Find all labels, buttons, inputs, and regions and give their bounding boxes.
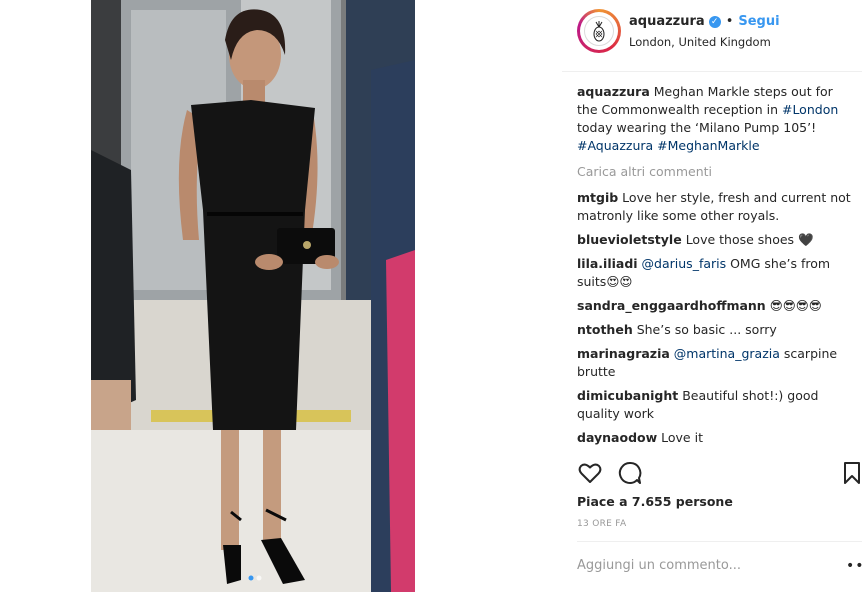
comment-item: daynaodow Love it [577, 429, 855, 447]
caption-username[interactable]: aquazzura [577, 84, 650, 99]
post-header: aquazzura ✓ • Segui London, United Kingd… [577, 0, 862, 70]
comment-username[interactable]: ntotheh [577, 322, 633, 337]
comment-item: dimicubanight Beautiful shot!:) good qua… [577, 387, 855, 423]
carousel-dot [256, 575, 262, 581]
avatar[interactable] [577, 9, 621, 53]
comment-username[interactable]: dimicubanight [577, 388, 678, 403]
carousel-dot-active [248, 575, 254, 581]
bookmark-icon[interactable] [839, 460, 862, 486]
post-actions [577, 460, 862, 488]
header-username[interactable]: aquazzura [629, 14, 705, 29]
comment-text: Love her style, fresh and current not ma… [577, 190, 851, 223]
post-timestamp[interactable]: 13 ORE FA [577, 519, 626, 529]
separator-dot: • [725, 14, 734, 29]
add-comment-input[interactable]: Aggiungi un commento... [577, 558, 741, 573]
comments-section: aquazzura Meghan Markle steps out for th… [577, 83, 855, 453]
hashtag-aquazzura[interactable]: #Aquazzura [577, 138, 653, 153]
comment-text: Love those shoes 🖤 [685, 232, 814, 247]
heart-icon[interactable] [577, 460, 603, 486]
photo-illustration [91, 0, 415, 592]
comment-username[interactable]: marinagrazia [577, 346, 670, 361]
likes-count[interactable]: Piace a 7.655 persone [577, 494, 733, 509]
comment-item: mtgib Love her style, fresh and current … [577, 189, 855, 225]
comment-mention[interactable]: @darius_faris [642, 256, 727, 271]
comment-text: 😎😎😎😎 [769, 298, 822, 313]
verified-badge-icon: ✓ [708, 15, 721, 28]
comment-item: ntotheh She’s so basic ... sorry [577, 321, 855, 339]
comment-text: Love it [661, 430, 703, 445]
comment-mention[interactable]: @martina_grazia [674, 346, 780, 361]
hashtag-london[interactable]: #London [782, 102, 838, 117]
post-photo[interactable] [91, 0, 415, 592]
comment-username[interactable]: lila.iliadi [577, 256, 638, 271]
comment-item: lila.iliadi @darius_faris OMG she’s from… [577, 255, 855, 291]
comment-username[interactable]: mtgib [577, 190, 618, 205]
header-divider [562, 71, 862, 72]
pineapple-logo-icon [584, 16, 614, 46]
comment-username[interactable]: sandra_enggaardhoffmann [577, 298, 766, 313]
comment-item: bluevioletstyle Love those shoes 🖤 [577, 231, 855, 249]
comment-item: marinagrazia @martina_grazia scarpine br… [577, 345, 855, 381]
post-caption: aquazzura Meghan Markle steps out for th… [577, 83, 855, 155]
post-location[interactable]: London, United Kingdom [629, 35, 771, 49]
caption-text-2: today wearing the ‘Milano Pump 105’! [577, 120, 817, 135]
comment-username[interactable]: bluevioletstyle [577, 232, 682, 247]
comment-divider [577, 541, 862, 542]
comment-icon[interactable] [617, 460, 643, 486]
hashtag-meghanmarkle[interactable]: #MeghanMarkle [657, 138, 759, 153]
comment-item: sandra_enggaardhoffmann 😎😎😎😎 [577, 297, 855, 315]
comment-text: She’s so basic ... sorry [636, 322, 777, 337]
comment-username[interactable]: daynaodow [577, 430, 657, 445]
follow-button[interactable]: Segui [738, 14, 779, 29]
more-options-icon[interactable]: ••• [846, 558, 862, 574]
load-more-comments-button[interactable]: Carica altri commenti [577, 163, 855, 181]
